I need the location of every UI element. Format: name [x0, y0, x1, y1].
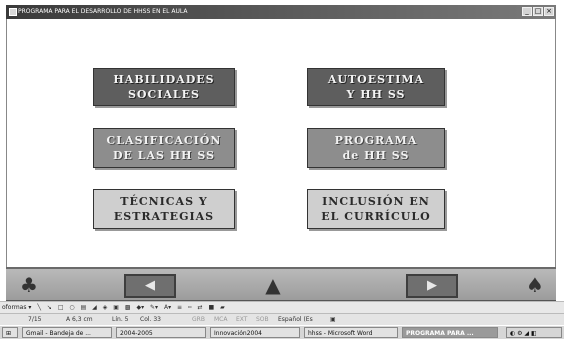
- programa-label: PROGRAMA de HH SS: [334, 134, 418, 162]
- tecnicas-label: TÉCNICAS Y ESTRATEGIAS: [113, 195, 215, 223]
- autoestima-label: AUTOESTIMA Y HH SS: [327, 73, 425, 101]
- habilidades-sociales-button[interactable]: HABILIDADES SOCIALES: [93, 68, 235, 106]
- figure-right-icon[interactable]: ♠: [522, 271, 548, 299]
- taskbar-item-programa[interactable]: PROGRAMA PARA ...: [402, 327, 498, 338]
- clasificacion-label: CLASIFICACIÓN DE LAS HH SS: [106, 134, 222, 162]
- slide-area: HABILIDADES SOCIALES AUTOESTIMA Y HH SS …: [6, 19, 556, 267]
- autoestima-button[interactable]: AUTOESTIMA Y HH SS: [307, 68, 445, 106]
- maximize-button[interactable]: □: [533, 7, 543, 16]
- window-controls: _ □ ×: [522, 7, 554, 16]
- tecnicas-button[interactable]: TÉCNICAS Y ESTRATEGIAS: [93, 189, 235, 229]
- figure-left-icon[interactable]: ♣: [16, 271, 42, 299]
- system-tray: ◐ ⚙ ◢ ◧: [506, 327, 562, 338]
- taskbar-item-word[interactable]: hhss - Microsoft Word: [304, 327, 398, 338]
- taskbar-item-innovacion[interactable]: Innovación2004: [210, 327, 300, 338]
- taskbar: ⊞ Gmail - Bandeja de ... 2004-2005 Innov…: [0, 325, 564, 339]
- habilidades-sociales-label: HABILIDADES SOCIALES: [113, 73, 215, 101]
- app-icon: [9, 8, 17, 16]
- navigation-bar: ♣ ◀ ▲ ▶ ♠: [6, 267, 556, 301]
- start-button[interactable]: ⊞: [2, 327, 18, 338]
- minimize-button[interactable]: _: [522, 7, 532, 16]
- clasificacion-button[interactable]: CLASIFICACIÓN DE LAS HH SS: [93, 128, 235, 168]
- previous-button[interactable]: ◀: [124, 274, 176, 298]
- inclusion-button[interactable]: INCLUSIÓN EN EL CURRÍCULO: [307, 189, 445, 229]
- taskbar-item-2004-2005[interactable]: 2004-2005: [116, 327, 206, 338]
- close-button[interactable]: ×: [544, 7, 554, 16]
- programa-button[interactable]: PROGRAMA de HH SS: [307, 128, 445, 168]
- status-bar: 7/15 A 6,3 cm Lín. 5 Col. 33 GRB MCA EXT…: [0, 313, 564, 325]
- witch-hat-icon[interactable]: ▲: [260, 271, 286, 299]
- drawing-toolbar: oformas ▾ ╲ ↘ □ ○ ▤ ◢ ◈ ▣ ▩ ◆▾ ✎▾ A▾ ≡ ┅…: [0, 301, 564, 313]
- taskbar-item-gmail[interactable]: Gmail - Bandeja de ...: [22, 327, 112, 338]
- window-title-bar: PROGRAMA PARA EL DESARROLLO DE HHSS EN E…: [6, 5, 556, 19]
- next-button[interactable]: ▶: [406, 274, 458, 298]
- autoshapes-menu[interactable]: oformas ▾: [2, 304, 31, 311]
- inclusion-label: INCLUSIÓN EN EL CURRÍCULO: [321, 195, 431, 223]
- window-title: PROGRAMA PARA EL DESARROLLO DE HHSS EN E…: [18, 8, 188, 15]
